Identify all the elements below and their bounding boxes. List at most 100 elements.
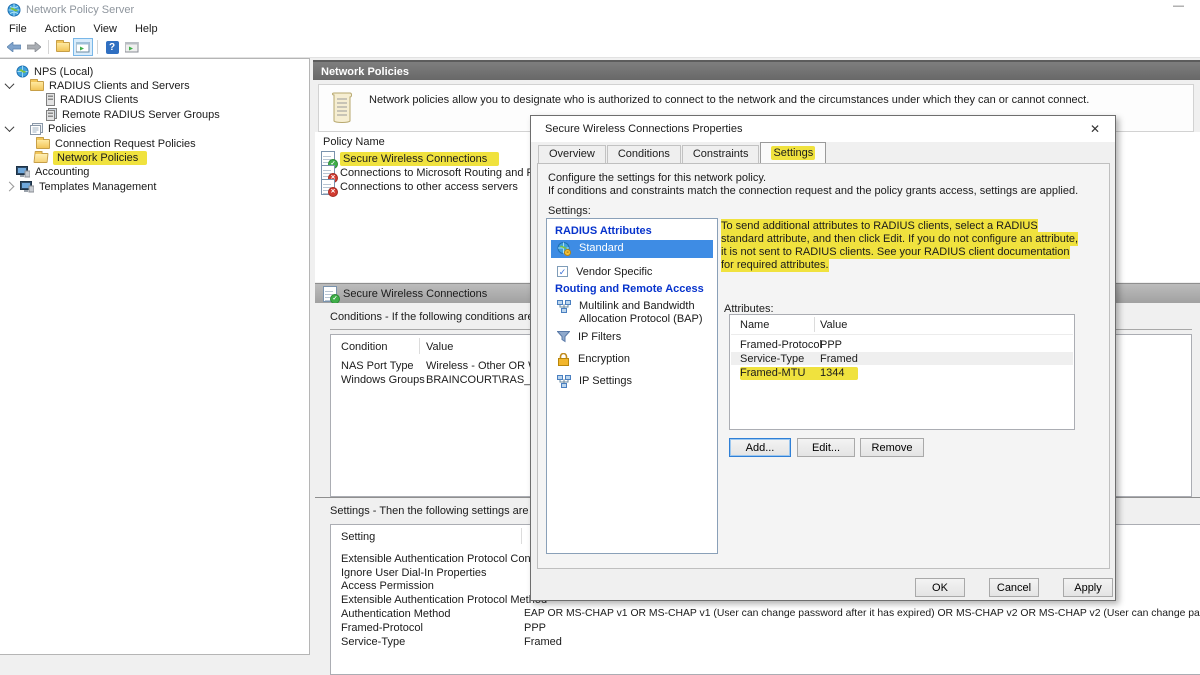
server-group-icon [46,108,57,121]
tree-item-network-policies[interactable]: Network Policies [34,150,147,165]
edit-button[interactable]: Edit... [797,438,855,457]
tab-constraints[interactable]: Constraints [682,145,760,163]
toolbar: ? [0,37,1200,58]
dialog-intro-line1: Configure the settings for this network … [548,172,766,184]
standard-attribute-icon [557,242,571,256]
value-column-header[interactable]: Value [426,341,453,353]
column-divider[interactable] [814,317,815,332]
folder-icon [30,81,44,91]
menu-file[interactable]: File [0,23,36,35]
setting-cell: Service-Type [341,636,405,648]
nav-item-encryption[interactable]: Encryption [551,351,713,368]
value-cell: EAP OR MS-CHAP v1 OR MS-CHAP v1 (User ca… [524,608,1200,619]
column-divider[interactable] [521,528,522,544]
tree-label: RADIUS Clients and Servers [49,80,190,92]
name-column-header[interactable]: Name [740,319,769,331]
dialog-intro-line2: If conditions and constraints match the … [548,185,1078,197]
setting-cell: Ignore User Dial-In Properties [341,567,487,579]
tree-item-radius-clients-servers[interactable]: RADIUS Clients and Servers [6,78,190,93]
value-cell: Framed [524,636,562,648]
encryption-lock-icon [557,353,570,366]
column-divider[interactable] [419,338,420,354]
apply-button[interactable]: Apply [1063,578,1113,597]
tree-label: Templates Management [39,181,156,193]
forward-icon[interactable] [24,38,44,56]
dialog-settings-label: Settings: [548,205,591,217]
console-window-icon[interactable] [122,38,142,56]
setting-column-header[interactable]: Setting [341,531,375,543]
policy-detail-title: Secure Wireless Connections [343,288,487,300]
chevron-down-icon[interactable] [5,79,15,89]
tree-item-connection-request-policies[interactable]: Connection Request Policies [36,136,196,151]
open-folder-icon [33,153,48,163]
back-icon[interactable] [4,38,24,56]
tree-item-remote-radius-groups[interactable]: Remote RADIUS Server Groups [46,107,220,122]
policy-row-other-access[interactable]: ✕ Connections to other access servers [321,179,518,195]
nav-item-ip-settings[interactable]: IP Settings [551,373,713,390]
dialog-title: Secure Wireless Connections Properties [545,123,742,135]
folder-icon [36,139,50,149]
attributes-table: Name Value Framed-Protocol PPP Service-T… [729,314,1075,430]
setting-cell: Authentication Method [341,608,450,620]
tab-overview[interactable]: Overview [538,145,606,163]
attribute-value: 1344 [820,367,858,380]
remove-button[interactable]: Remove [860,438,924,457]
tree-label: NPS (Local) [34,66,93,78]
chevron-down-icon[interactable] [5,122,15,132]
properties-dialog: Secure Wireless Connections Properties ✕… [530,115,1116,601]
standard-attribute-info: To send additional attributes to RADIUS … [721,220,1081,272]
add-button[interactable]: Add... [729,438,791,457]
tree-item-nps-local[interactable]: NPS (Local) [16,64,93,79]
ip-settings-icon [557,375,571,388]
condition-column-header[interactable]: Condition [341,341,387,353]
vendor-specific-icon: ✓ [557,266,568,277]
menu-view[interactable]: View [84,23,126,35]
nav-item-label: IP Settings [579,375,632,388]
minimize-button[interactable]: — [1173,0,1184,12]
setting-cell: Framed-Protocol [341,622,423,634]
menu-help[interactable]: Help [126,23,167,35]
policy-name-column-header[interactable]: Policy Name [323,136,385,148]
nav-item-ip-filters[interactable]: IP Filters [551,329,713,346]
ok-button[interactable]: OK [915,578,965,597]
server-icon [46,93,55,106]
dialog-tabs: Overview Conditions Constraints Settings [538,143,827,163]
nav-item-bap[interactable]: Multilink and Bandwidth Allocation Proto… [551,298,713,328]
tree-label: Accounting [35,166,89,178]
attribute-name: Service-Type [740,353,804,365]
show-console-tree-icon[interactable] [73,38,93,56]
bap-icon [557,300,571,313]
help-icon[interactable]: ? [102,38,122,56]
setting-cell: Extensible Authentication Protocol Metho… [341,594,547,606]
setting-cell: Access Permission [341,580,434,592]
title-bar: Network Policy Server — [0,0,1200,20]
accounting-icon [16,166,30,178]
condition-cell: Windows Groups [341,374,425,386]
cancel-button[interactable]: Cancel [989,578,1039,597]
window-title: Network Policy Server [26,4,134,16]
nav-item-standard[interactable]: Standard [551,240,713,258]
export-list-icon[interactable] [53,38,73,56]
policy-note-icon [331,91,353,123]
tab-conditions[interactable]: Conditions [607,145,681,163]
nav-item-label: IP Filters [578,331,621,344]
tree-item-templates-management[interactable]: Templates Management [6,179,156,194]
toolbar-separator [48,40,49,54]
attribute-value: Framed [820,353,858,365]
tree-item-radius-clients[interactable]: RADIUS Clients [46,92,138,107]
templates-icon [20,181,34,193]
tab-settings[interactable]: Settings [760,142,826,163]
value-column-header[interactable]: Value [820,319,847,331]
nav-item-vendor-specific[interactable]: ✓ Vendor Specific [551,264,713,281]
toolbar-separator-2 [97,40,98,54]
tree-item-policies[interactable]: Policies [6,121,86,136]
app-icon [7,3,21,17]
nav-item-label: Standard [579,242,624,255]
chevron-right-icon[interactable] [5,182,15,192]
close-icon[interactable]: ✕ [1083,120,1107,138]
menu-action[interactable]: Action [36,23,85,35]
tree-label: Remote RADIUS Server Groups [62,109,220,121]
nav-group-routing-remote-access: Routing and Remote Access [555,283,704,295]
attribute-value: PPP [820,339,842,351]
tree-item-accounting[interactable]: Accounting [16,164,89,179]
